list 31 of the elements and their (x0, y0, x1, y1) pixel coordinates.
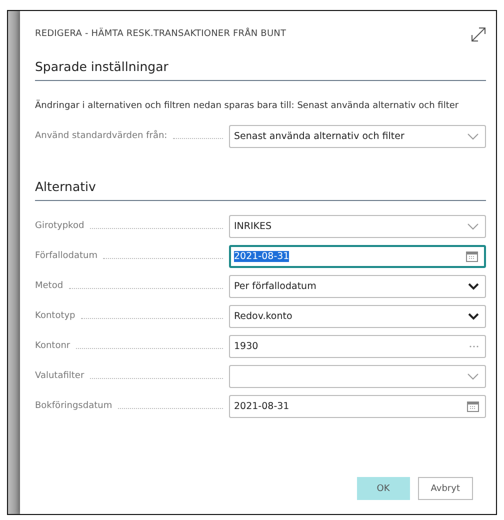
info-text: Ändringar i alternativen och filtren nedan sparas bara till: Senast använda alternativ och filter (35, 101, 460, 111)
field-label: Kontotyp (35, 311, 76, 321)
chevron-down-icon (468, 312, 479, 320)
calendar-icon (466, 250, 478, 262)
chevron-down-icon (467, 372, 479, 380)
dialog-title: REDIGERA - HÄMTA RESK.TRANSAKTIONER FRÅN BUNT (35, 29, 286, 39)
field-label: Förfallodatum (35, 251, 98, 261)
chevron-down-icon (467, 222, 479, 230)
dropdown-field[interactable]: Per förfallodatum (229, 274, 486, 298)
calendar-icon (467, 400, 479, 412)
input-field[interactable]: 1930 (229, 334, 486, 358)
chevron-down-icon (467, 132, 479, 140)
field-label: Kontonr (35, 341, 70, 351)
field-label: Metod (35, 281, 64, 291)
dropdown-field[interactable]: Redov.konto (229, 304, 486, 328)
section-heading: Sparade inställningar (35, 45, 486, 81)
cancel-button[interactable]: Avbryt (418, 477, 473, 500)
field-label: Använd standardvärden från: (35, 131, 168, 141)
dropdown-field[interactable] (229, 364, 486, 388)
expand-icon[interactable] (471, 26, 486, 42)
chevron-down-icon (468, 282, 479, 290)
dropdown-field[interactable]: INRIKES (229, 214, 486, 238)
field-label: Bokföringsdatum (35, 401, 112, 411)
section-heading: Alternativ (35, 165, 486, 201)
field-label: Girotypkod (35, 221, 84, 231)
ok-button[interactable]: OK (356, 477, 410, 500)
ellipsis-icon (469, 344, 479, 348)
date-field[interactable]: 2021-08-31 (229, 394, 486, 418)
date-field[interactable]: 2021-08-31 (229, 244, 486, 268)
dropdown-field[interactable]: Senast använda alternativ och filter (229, 124, 486, 148)
field-label: Valutafilter (35, 371, 84, 381)
